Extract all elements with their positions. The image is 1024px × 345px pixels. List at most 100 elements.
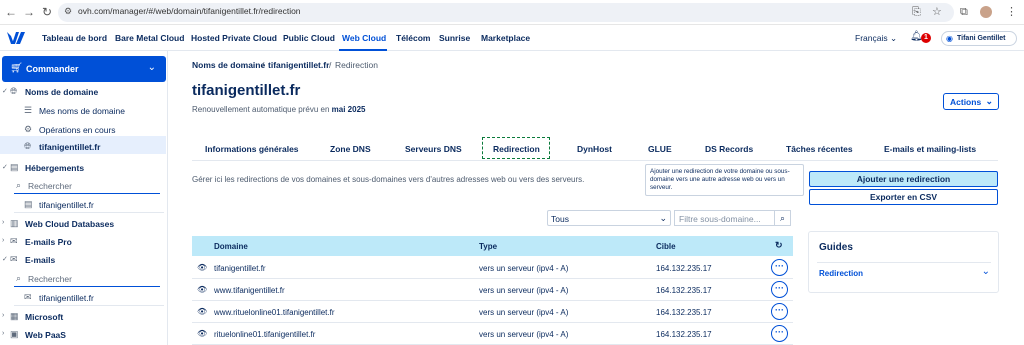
cell-cible: 164.132.235.17 <box>656 286 712 295</box>
tab-serveurs-dns[interactable]: Serveurs DNS <box>405 144 462 154</box>
expand-caret-icon[interactable]: › <box>2 330 4 337</box>
paas-icon: ▣ <box>10 329 19 339</box>
nav-web-cloud[interactable]: Web Cloud <box>342 33 386 43</box>
add-redirection-tooltip: Ajouter une redirection de votre domaine… <box>645 164 804 196</box>
sidebar-item-domain-active[interactable]: tifanigentillet.fr <box>39 142 100 152</box>
tab-divider <box>192 160 998 161</box>
sidebar-item-emails-pro[interactable]: E-mails Pro <box>25 237 72 247</box>
cell-domaine: www.rituelonline01.tifanigentillet.fr <box>214 308 335 317</box>
sidebar-item-emails[interactable]: E-mails <box>25 255 55 265</box>
search-icon: ⌕ <box>16 180 22 190</box>
nav-sunrise[interactable]: Sunrise <box>439 33 470 43</box>
collapse-caret-icon[interactable]: ✓ <box>2 255 8 263</box>
gear-icon: ⚙ <box>24 124 33 134</box>
tab-dynhost[interactable]: DynHost <box>577 144 612 154</box>
hebergements-search-input[interactable]: ⌕ Rechercher <box>14 180 160 194</box>
add-redirection-button[interactable]: Ajouter une redirection <box>809 171 998 187</box>
breadcrumb-domain[interactable]: tifanigentillet.fr <box>268 60 329 70</box>
breadcrumb-noms-de-domaine[interactable]: Noms de domaine <box>192 60 265 70</box>
browser-menu-icon[interactable]: ⋮ <box>1006 5 1017 19</box>
collapse-caret-icon[interactable]: ✓ <box>2 87 8 95</box>
sidebar-item-web-cloud-databases[interactable]: Web Cloud Databases <box>25 219 114 229</box>
nav-marketplace[interactable]: Marketplace <box>481 33 530 43</box>
mail-icon: ✉ <box>10 236 18 246</box>
commander-button[interactable]: 🛒︎ Commander ⌄ <box>2 56 166 82</box>
column-header-cible[interactable]: Cible <box>656 242 676 251</box>
table-row: 👁︎ rituelonline01.tifanigentillet.fr ver… <box>192 323 793 345</box>
tab-redirection[interactable]: Redirection <box>493 144 540 154</box>
cell-domaine: tifanigentillet.fr <box>214 264 266 273</box>
guide-link-redirection[interactable]: Redirection <box>819 269 863 278</box>
expand-caret-icon[interactable]: › <box>2 312 4 319</box>
collapse-caret-icon[interactable]: ✓ <box>2 163 8 171</box>
nav-hosted-private-cloud[interactable]: Hosted Private Cloud <box>191 33 277 43</box>
column-header-type[interactable]: Type <box>479 242 497 251</box>
search-icon: ⌕ <box>16 273 22 283</box>
column-header-domaine[interactable]: Domaine <box>214 242 248 251</box>
tab-emails-mailing-lists[interactable]: E-mails et mailing-lists <box>884 144 976 154</box>
back-icon[interactable]: ← <box>4 5 18 19</box>
profile-avatar[interactable] <box>980 6 992 18</box>
cell-domaine: rituelonline01.tifanigentillet.fr <box>214 330 316 339</box>
tab-ds-records[interactable]: DS Records <box>705 144 753 154</box>
more-options-icon[interactable]: ··· <box>771 303 788 320</box>
page-title: tifanigentillet.fr <box>192 82 301 99</box>
notification-badge: 1 <box>921 33 931 43</box>
reload-icon[interactable]: ↻ <box>40 5 54 19</box>
select-value: Tous <box>551 214 569 224</box>
sidebar-item-microsoft[interactable]: Microsoft <box>25 312 63 322</box>
sidebar-item-hebergements[interactable]: Hébergements <box>25 163 84 173</box>
sidebar-item-emails-domain[interactable]: tifanigentillet.fr <box>39 293 94 303</box>
expand-caret-icon[interactable]: › <box>2 219 4 226</box>
bookmark-star-icon[interactable]: ☆ <box>932 5 942 19</box>
server-icon: ▤ <box>10 162 19 172</box>
sidebar-item-web-paas[interactable]: Web PaaS <box>25 330 66 340</box>
site-info-icon[interactable]: ⚙ <box>64 6 72 17</box>
type-filter-select[interactable]: Tous ⌄ <box>547 210 671 226</box>
more-options-icon[interactable]: ··· <box>771 281 788 298</box>
nav-telecom[interactable]: Télécom <box>396 33 431 43</box>
tab-taches-recentes[interactable]: Tâches récentes <box>786 144 853 154</box>
nav-bare-metal-cloud[interactable]: Bare Metal Cloud <box>115 33 184 43</box>
search-placeholder: Rechercher <box>28 181 72 191</box>
more-options-icon[interactable]: ··· <box>771 259 788 276</box>
forward-icon[interactable]: → <box>22 5 36 19</box>
sidebar-item-heb-domain[interactable]: tifanigentillet.fr <box>39 200 94 210</box>
translate-icon[interactable]: ⎘ <box>912 5 921 19</box>
cell-type: vers un serveur (ipv4 - A) <box>479 330 569 339</box>
chevron-down-icon: ⌄ <box>985 96 993 106</box>
sidebar-item-noms-de-domaine[interactable]: Noms de domaine <box>25 87 98 97</box>
commander-label: Commander <box>26 64 79 74</box>
expand-caret-icon[interactable]: › <box>2 237 4 244</box>
address-bar[interactable]: ⚙ ovh.com/manager/#/web/domain/tifanigen… <box>58 3 954 22</box>
user-name: Tifani Gentillet <box>957 35 1006 42</box>
eye-icon: 👁︎ <box>197 263 208 272</box>
subdomain-filter-input[interactable]: Filtre sous-domaine... <box>674 210 774 226</box>
extensions-icon[interactable]: ⧉ <box>960 5 968 19</box>
url-text: ovh.com/manager/#/web/domain/tifanigenti… <box>78 6 301 16</box>
export-csv-button[interactable]: Exporter en CSV <box>809 189 998 205</box>
emails-search-input[interactable]: ⌕ Rechercher <box>14 273 160 287</box>
table-header: Domaine Type Cible ↻ <box>192 236 793 256</box>
tab-zone-dns[interactable]: Zone DNS <box>330 144 371 154</box>
search-button[interactable]: ⌕ <box>774 210 791 226</box>
user-menu[interactable]: ◉ Tifani Gentillet <box>941 31 1017 46</box>
actions-button[interactable]: Actions ⌄ <box>943 93 999 110</box>
refresh-icon[interactable]: ↻ <box>775 240 783 251</box>
browser-toolbar: ← → ↻ ⚙ ovh.com/manager/#/web/domain/tif… <box>0 0 1024 25</box>
tab-glue[interactable]: GLUE <box>648 144 672 154</box>
sidebar-item-mes-noms[interactable]: Mes noms de domaine <box>39 106 125 116</box>
nav-public-cloud[interactable]: Public Cloud <box>283 33 335 43</box>
database-icon: ▥ <box>10 218 19 228</box>
ovh-logo[interactable] <box>6 31 26 45</box>
renewal-date: mai 2025 <box>331 105 366 114</box>
chevron-down-icon: ⌄ <box>889 33 898 43</box>
chevron-down-icon[interactable]: ⌄ <box>982 266 990 277</box>
language-selector[interactable]: Français ⌄ <box>855 33 897 44</box>
tab-informations-generales[interactable]: Informations générales <box>205 144 299 154</box>
sidebar-item-operations[interactable]: Opérations en cours <box>39 125 116 135</box>
nav-tableau-de-bord[interactable]: Tableau de bord <box>42 33 107 43</box>
eye-icon: 👁︎ <box>197 329 208 338</box>
eye-icon: 👁︎ <box>197 307 208 316</box>
more-options-icon[interactable]: ··· <box>771 325 788 342</box>
